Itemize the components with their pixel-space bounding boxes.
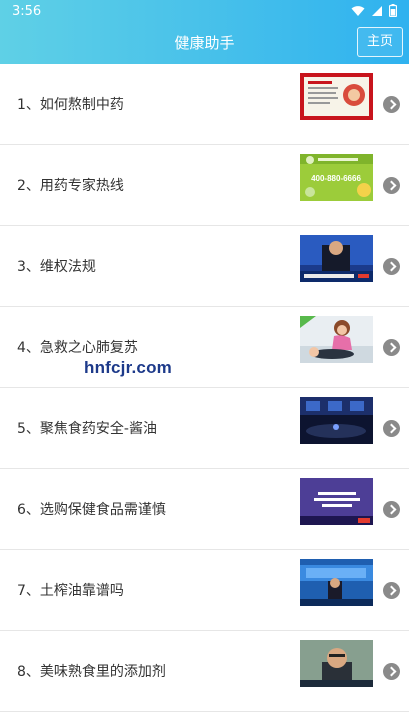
home-button[interactable]: 主页 bbox=[357, 27, 403, 57]
article-list: 1、如何熬制中药 2、用药专家热线 400-880-6666 3、维权法规 4、… bbox=[0, 64, 409, 712]
battery-icon bbox=[389, 4, 397, 17]
list-item-label: 1、如何熬制中药 bbox=[17, 97, 124, 113]
list-item-label: 7、土榨油靠谱吗 bbox=[17, 583, 124, 599]
chevron-right-icon bbox=[383, 501, 400, 518]
chevron-right-icon bbox=[383, 177, 400, 194]
status-bar: 3:56 bbox=[0, 0, 409, 24]
list-item[interactable]: 4、急救之心肺复苏 bbox=[0, 307, 409, 388]
list-item[interactable]: 8、美味熟食里的添加剂 bbox=[0, 631, 409, 712]
bottom-edge bbox=[0, 713, 409, 727]
list-item-label: 5、聚焦食药安全-酱油 bbox=[17, 421, 157, 437]
page-title: 健康助手 bbox=[174, 34, 235, 52]
health-food-thumb bbox=[300, 478, 373, 525]
list-item[interactable]: 2、用药专家热线 400-880-6666 bbox=[0, 145, 409, 226]
hotline-number: 400-880-6666 bbox=[311, 174, 361, 183]
list-item-label: 6、选购保健食品需谨慎 bbox=[17, 502, 166, 518]
app-bar: 健康助手 主页 bbox=[0, 24, 409, 64]
list-item-label: 2、用药专家热线 bbox=[17, 178, 124, 194]
cpr-cartoon-thumb bbox=[300, 316, 373, 363]
chevron-right-icon bbox=[383, 663, 400, 680]
news-anchor-thumb bbox=[300, 235, 373, 282]
wifi-icon bbox=[351, 5, 365, 16]
hotline-thumb: 400-880-6666 bbox=[300, 154, 373, 201]
interview-thumb bbox=[300, 640, 373, 687]
studio-thumb bbox=[300, 397, 373, 444]
list-item[interactable]: 3、维权法规 bbox=[0, 226, 409, 307]
chevron-right-icon bbox=[383, 420, 400, 437]
chevron-right-icon bbox=[383, 582, 400, 599]
chevron-right-icon bbox=[383, 96, 400, 113]
list-item[interactable]: 5、聚焦食药安全-酱油 bbox=[0, 388, 409, 469]
chevron-right-icon bbox=[383, 339, 400, 356]
signal-icon bbox=[372, 5, 382, 16]
status-icons bbox=[351, 4, 397, 17]
list-item-label: 8、美味熟食里的添加剂 bbox=[17, 664, 166, 680]
list-item-label: 3、维权法规 bbox=[17, 259, 96, 275]
list-item-label: 4、急救之心肺复苏 bbox=[17, 340, 138, 356]
oil-report-thumb bbox=[300, 559, 373, 606]
chevron-right-icon bbox=[383, 258, 400, 275]
status-time: 3:56 bbox=[12, 4, 42, 19]
list-item[interactable]: 1、如何熬制中药 bbox=[0, 64, 409, 145]
chinese-medicine-thumb bbox=[300, 73, 373, 120]
watermark-text: hnfcjr.com bbox=[84, 358, 172, 377]
list-item[interactable]: 6、选购保健食品需谨慎 bbox=[0, 469, 409, 550]
list-item[interactable]: 7、土榨油靠谱吗 bbox=[0, 550, 409, 631]
